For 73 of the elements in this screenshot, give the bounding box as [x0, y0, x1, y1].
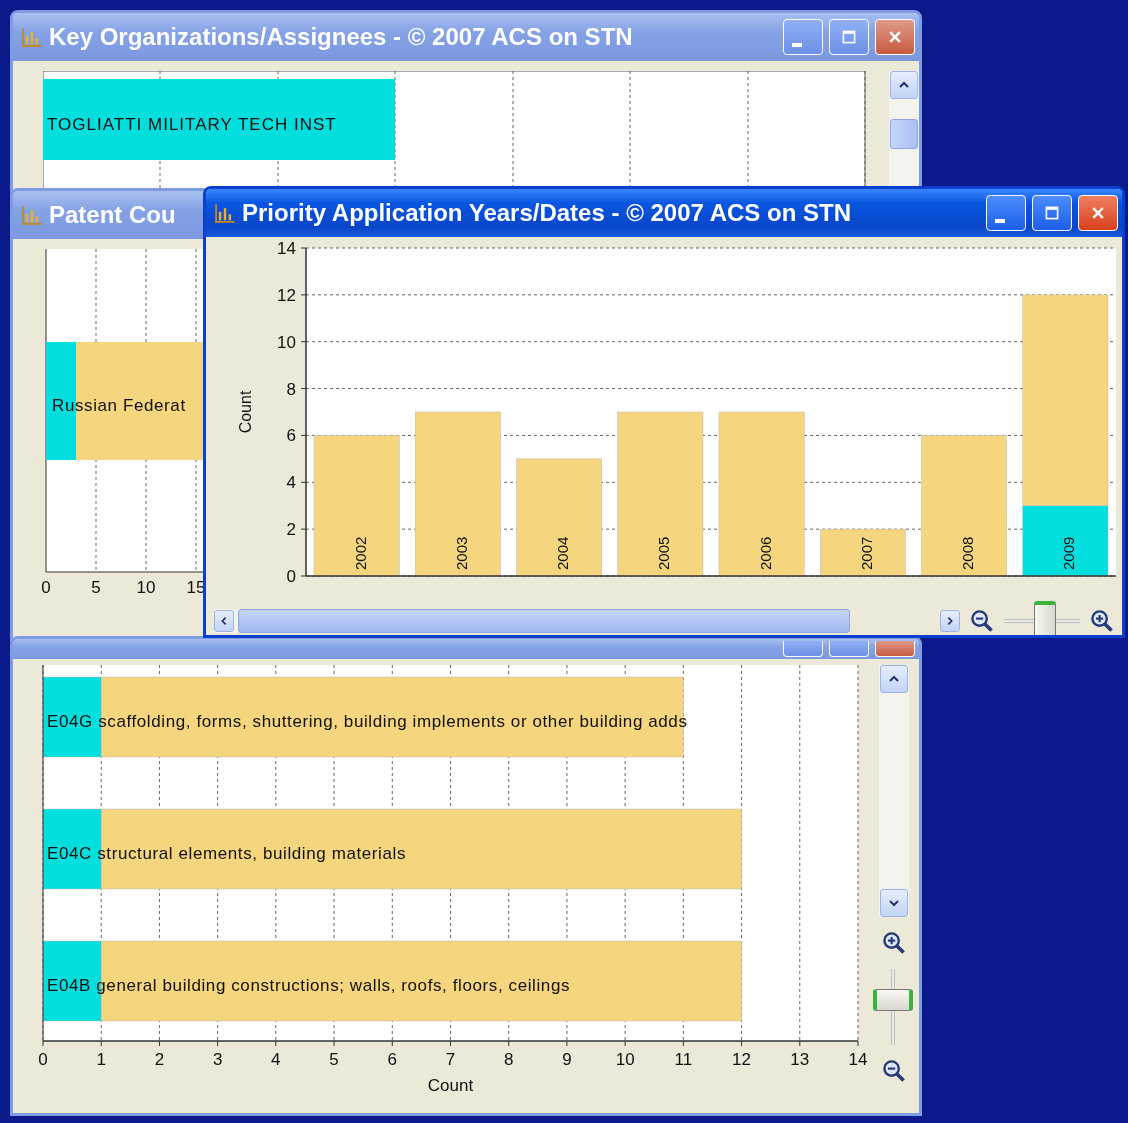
x-tick-label: 4 [271, 1050, 281, 1069]
maximize-icon [841, 29, 857, 45]
slider-thumb[interactable] [873, 989, 913, 1012]
y-tick-label: 8 [286, 379, 296, 399]
y-tick-label: 12 [277, 285, 296, 305]
axis-tick-label: 10 [136, 578, 156, 597]
axis-title: Count [427, 1076, 474, 1095]
close-button[interactable] [875, 19, 915, 55]
scroll-down-button[interactable] [880, 889, 908, 917]
scroll-up-button[interactable] [880, 665, 908, 693]
minimize-icon [792, 43, 802, 47]
x-tick-label: 2 [154, 1050, 165, 1069]
close-button[interactable] [1078, 195, 1118, 231]
y-tick-label: 0 [286, 567, 296, 586]
minimize-button[interactable] [986, 195, 1026, 231]
x-tick-label: 7 [445, 1050, 456, 1069]
bar-label: 2009 [1060, 536, 1078, 570]
x-tick-label: 8 [504, 1050, 514, 1069]
scroll-up-button[interactable] [890, 71, 918, 99]
x-tick-label: 12 [732, 1050, 752, 1069]
zoom-out-icon[interactable] [882, 1059, 906, 1083]
zoom-out-icon[interactable] [970, 609, 994, 633]
x-tick-label: 11 [674, 1050, 693, 1069]
chart-icon [214, 202, 236, 224]
close-button[interactable] [875, 641, 915, 657]
bar-label: 2008 [959, 536, 977, 570]
scroll-right-button[interactable] [940, 610, 960, 632]
chart-icon [21, 204, 43, 226]
bar-label: 2004 [554, 536, 572, 570]
y-tick-label: 6 [286, 426, 296, 446]
maximize-button[interactable] [829, 19, 869, 55]
minimize-button[interactable] [783, 641, 823, 657]
x-tick-label: 14 [848, 1050, 868, 1069]
x-tick-label: 9 [562, 1050, 572, 1069]
x-tick-label: 5 [329, 1050, 339, 1069]
axis-tick-label: 0 [41, 578, 51, 597]
close-icon [887, 29, 903, 45]
maximize-button[interactable] [829, 641, 869, 657]
zoom-in-icon[interactable] [882, 931, 906, 955]
y-tick-label: 14 [277, 239, 296, 258]
window-title: Priority Application Years/Dates - © 2007 ACS on STN [242, 199, 851, 227]
bar-label: 2003 [452, 536, 470, 570]
axis-title: Count [237, 390, 254, 434]
bar-label: 2002 [351, 536, 369, 570]
x-tick-label: 6 [387, 1050, 397, 1069]
chevron-left-icon [219, 616, 229, 626]
x-tick-label: 10 [615, 1050, 635, 1069]
bar-label: 2005 [655, 536, 673, 570]
bar-label: TOGLIATTI MILITARY TECH INST [47, 115, 337, 135]
y-tick-label: 10 [277, 332, 296, 352]
x-tick-label: 13 [790, 1050, 810, 1069]
chevron-down-icon [888, 897, 900, 909]
scroll-left-button[interactable] [214, 610, 234, 632]
y-tick-label: 2 [286, 520, 296, 540]
bar-label: 2007 [857, 536, 875, 570]
chevron-right-icon [945, 616, 955, 626]
maximize-icon [1044, 205, 1060, 221]
scrollbar-thumb[interactable] [890, 119, 918, 149]
zoom-in-icon[interactable] [1090, 609, 1114, 633]
slider-thumb[interactable] [1033, 601, 1056, 635]
axis-tick-label: 5 [91, 578, 101, 597]
maximize-button[interactable] [1032, 195, 1072, 231]
minimize-icon [995, 219, 1005, 223]
bar-label: 2006 [756, 536, 774, 570]
close-icon [1090, 205, 1106, 221]
window-title: Key Organizations/Assignees - © 2007 ACS on STN [49, 23, 633, 51]
x-tick-label: 1 [96, 1050, 106, 1069]
window-title: Patent Cou [49, 201, 176, 229]
x-tick-label: 0 [38, 1050, 48, 1069]
y-tick-label: 4 [286, 473, 296, 493]
chart-icon [21, 26, 43, 48]
minimize-button[interactable] [783, 19, 823, 55]
x-tick-label: 3 [212, 1050, 223, 1069]
